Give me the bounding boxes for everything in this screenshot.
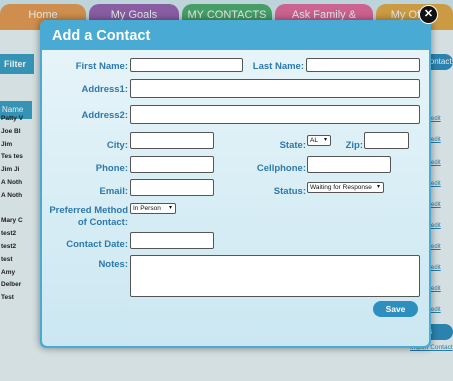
email-label: Email: (99, 186, 128, 197)
contact-date-label: Contact Date: (66, 239, 128, 250)
status-label: Status: (273, 186, 306, 197)
preferred-method-label-line1: Preferred Method (49, 205, 128, 216)
notes-textarea[interactable] (130, 255, 420, 297)
last-name-label: Last Name: (252, 61, 304, 72)
zip-input[interactable] (364, 132, 409, 149)
save-button[interactable]: Save (373, 301, 418, 317)
email-input[interactable] (130, 179, 214, 196)
first-name-input[interactable] (130, 58, 243, 72)
cellphone-label: Cellphone: (256, 163, 306, 174)
chevron-down-icon: ▾ (323, 137, 327, 143)
cellphone-input[interactable] (307, 156, 391, 173)
phone-input[interactable] (130, 156, 214, 173)
chevron-down-icon: ▾ (376, 184, 380, 190)
state-select[interactable]: AL ▾ (307, 135, 331, 146)
address1-input[interactable] (130, 79, 420, 98)
zip-label: Zip: (345, 140, 363, 151)
state-label: State: (279, 140, 306, 151)
chevron-down-icon: ▾ (168, 205, 172, 211)
address1-label: Address1: (81, 84, 128, 95)
notes-label: Notes: (98, 259, 128, 270)
address2-label: Address2: (81, 110, 128, 121)
modal-title: Add a Contact (52, 28, 151, 44)
status-select[interactable]: Waiting for Response ▾ (307, 182, 384, 193)
preferred-method-label-line2: of Contact: (77, 217, 128, 228)
first-name-label: First Name: (75, 61, 128, 72)
city-label: City: (106, 140, 128, 151)
phone-label: Phone: (95, 163, 128, 174)
preferred-method-select[interactable]: In Person ▾ (130, 203, 176, 214)
city-input[interactable] (130, 132, 214, 149)
last-name-input[interactable] (306, 58, 420, 72)
close-button[interactable]: ✕ (419, 5, 438, 24)
close-icon: ✕ (423, 8, 434, 20)
contact-date-input[interactable] (130, 232, 214, 249)
address2-input[interactable] (130, 105, 420, 124)
